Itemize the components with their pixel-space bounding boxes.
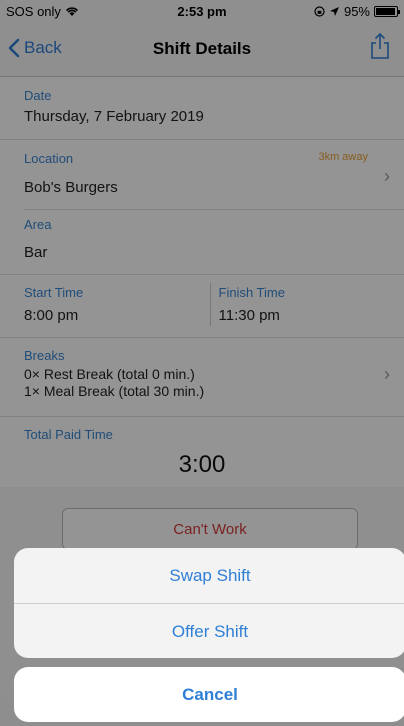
offer-shift-button[interactable]: Offer Shift — [14, 604, 404, 658]
cancel-button[interactable]: Cancel — [14, 667, 404, 722]
action-sheet: Swap Shift Offer Shift — [14, 548, 404, 658]
screen: SOS only 2:53 pm 95% Back Shift Details … — [0, 0, 404, 726]
swap-shift-button[interactable]: Swap Shift — [14, 548, 404, 603]
